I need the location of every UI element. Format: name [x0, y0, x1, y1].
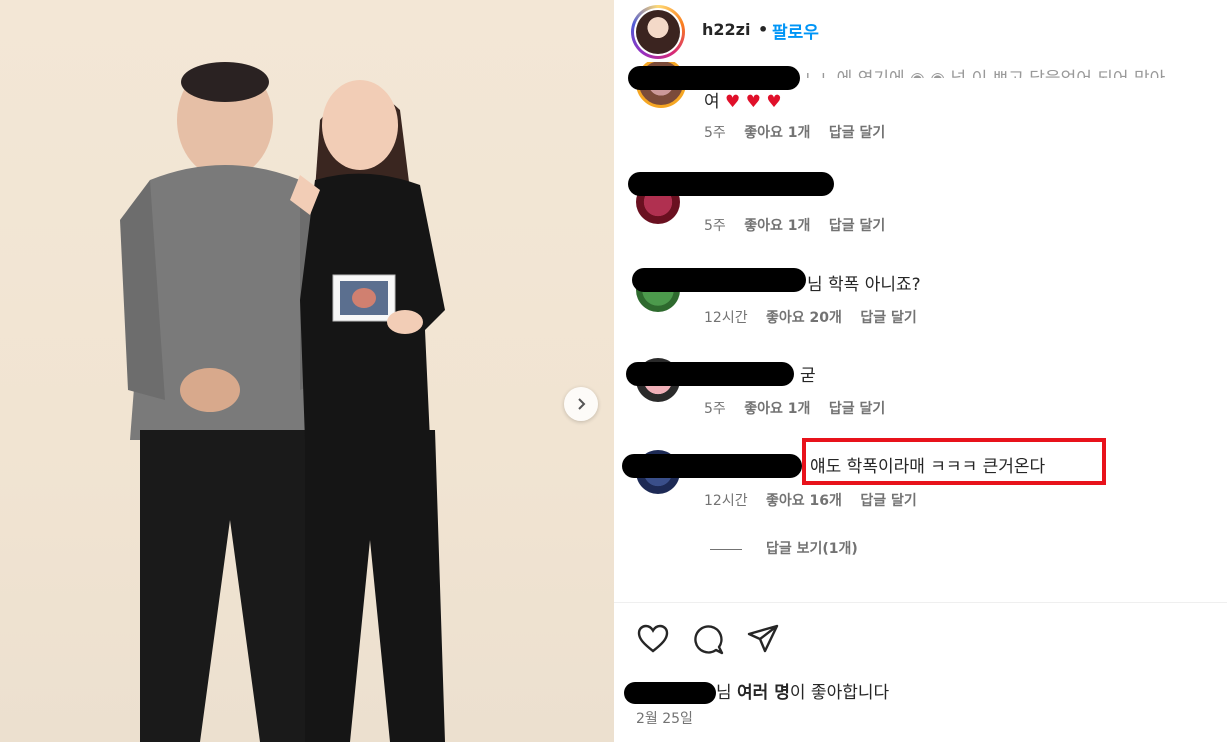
redacted-username [626, 362, 794, 386]
comment-text: 얘도 학폭이라매 ㅋㅋㅋ 큰거온다 [810, 457, 1046, 477]
view-replies-label: 답글 보기(1개) [766, 541, 858, 557]
comment-likes[interactable]: 좋아요 1개 [744, 125, 810, 141]
comment-time: 5주 [704, 401, 726, 417]
comment-text: 굳 [800, 366, 816, 386]
reply-button[interactable]: 답글 달기 [829, 125, 885, 141]
reply-button[interactable]: 답글 달기 [829, 401, 885, 417]
redacted-username [624, 682, 716, 704]
comment-text-cut: ㅗㅗ 에 연기에 ◉ ◉ 넘 이 쁘고 닮을었어 되어 맞아 [800, 64, 1220, 78]
comment-text: 여 ♥ ♥ ♥ [704, 92, 782, 112]
comment-time: 5주 [704, 125, 726, 141]
redacted-username [632, 268, 806, 292]
man-figure [120, 62, 335, 742]
next-photo-button[interactable] [564, 387, 598, 421]
heart-icon[interactable] [636, 622, 670, 656]
comment-meta: 5주 좋아요 1개 답글 달기 [704, 398, 899, 418]
author-username[interactable]: h22zi [702, 20, 750, 39]
comment-meta: 5주 좋아요 1개 답글 달기 [704, 122, 899, 142]
comment-time: 12시간 [704, 310, 748, 326]
comment-text: 님 학폭 아니죠? [807, 275, 921, 295]
comment-bubble-icon[interactable] [691, 622, 725, 656]
red-heart-emoji: ♥ ♥ ♥ [725, 92, 782, 112]
section-divider [614, 602, 1227, 603]
likes-summary[interactable]: 님 여러 명이 좋아합니다 [624, 678, 889, 704]
author-avatar-image [636, 10, 680, 54]
paper-plane-icon[interactable] [746, 622, 780, 656]
comment-likes[interactable]: 좋아요 1개 [744, 218, 810, 234]
post-photo [0, 0, 614, 742]
comment-meta: 5주 좋아요 1개 답글 달기 [704, 215, 899, 235]
comment-likes[interactable]: 좋아요 1개 [744, 401, 810, 417]
comment-likes[interactable]: 좋아요 20개 [766, 310, 842, 326]
likes-count[interactable]: 여러 명 [737, 683, 790, 703]
follow-button[interactable]: 팔로우 [772, 18, 819, 43]
replies-line [710, 548, 742, 550]
woman-figure [290, 80, 445, 742]
reply-button[interactable]: 답글 달기 [860, 310, 916, 326]
likes-prefix: 님 [716, 683, 738, 703]
comment-likes[interactable]: 좋아요 16개 [766, 493, 842, 509]
reply-button[interactable]: 답글 달기 [829, 218, 885, 234]
post-header: h22zi • 팔로우 [614, 0, 1227, 62]
redacted-username [628, 172, 834, 196]
comment-list[interactable]: ㅗㅗ 에 연기에 ◉ ◉ 넘 이 쁘고 닮을었어 되어 맞아 여 ♥ ♥ ♥ 5… [614, 62, 1227, 602]
author-avatar[interactable] [631, 5, 685, 59]
comment-meta: 12시간 좋아요 20개 답글 달기 [704, 307, 931, 327]
comment-time: 12시간 [704, 493, 748, 509]
comment-meta: 12시간 좋아요 16개 답글 달기 [704, 490, 931, 510]
couple-photo-image [120, 62, 445, 742]
likes-suffix: 이 좋아합니다 [789, 683, 890, 703]
header-separator: • [758, 20, 769, 39]
post-panel: h22zi • 팔로우 ㅗㅗ 에 연기에 ◉ ◉ 넘 이 쁘고 닮을었어 되어 … [614, 0, 1227, 742]
comment-time: 5주 [704, 218, 726, 234]
reply-button[interactable]: 답글 달기 [860, 493, 916, 509]
redacted-username [622, 454, 802, 478]
chevron-right-icon [578, 398, 586, 410]
post-date[interactable]: 2월 25일 [636, 708, 693, 728]
view-replies-button[interactable]: 답글 보기(1개) [710, 538, 858, 558]
